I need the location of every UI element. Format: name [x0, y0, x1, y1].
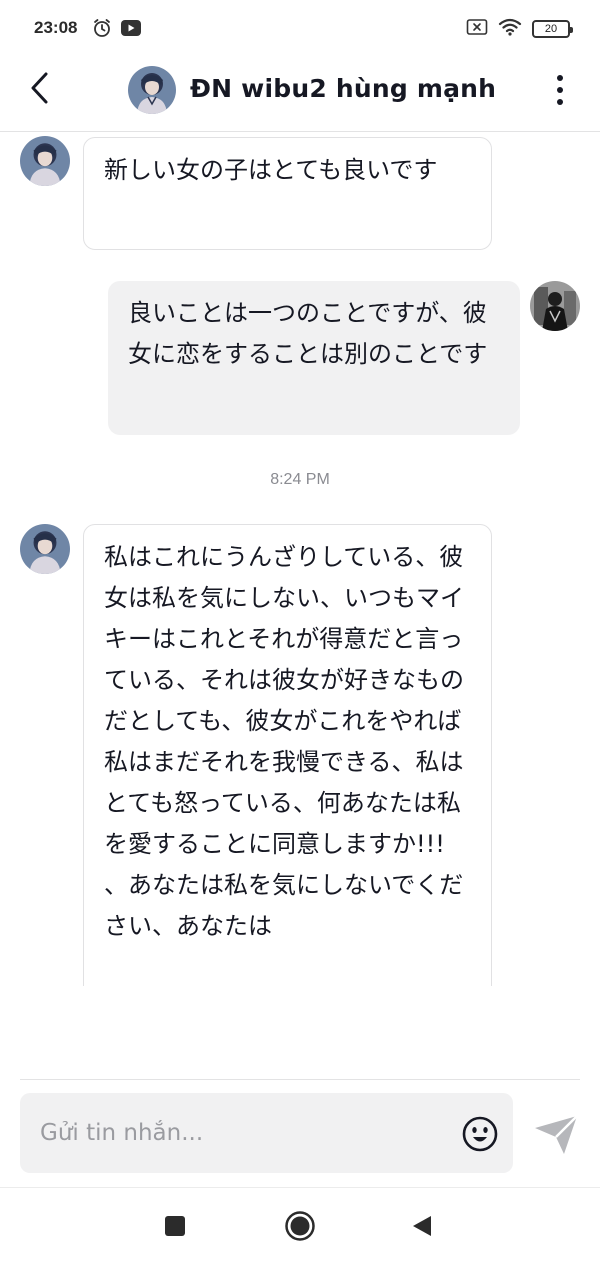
status-icons-left [92, 18, 142, 42]
chat-title: ĐN wibu2 hùng mạnh [190, 74, 497, 103]
more-vertical-icon-dot-3 [557, 99, 563, 105]
message-timestamp: 8:24 PM [270, 471, 330, 488]
back-button[interactable] [20, 70, 60, 110]
sender-avatar[interactable] [20, 524, 70, 574]
status-icons-right: 20 [466, 18, 573, 40]
home-icon [284, 1210, 316, 1246]
message-list[interactable]: 新しい女の子はとても良いです 良いことは一つのことですが、彼女に恋をすることは別… [0, 133, 600, 986]
system-nav-bar [0, 1188, 600, 1267]
send-button[interactable] [532, 1112, 580, 1156]
battery-icon: 20 [532, 20, 573, 38]
home-button[interactable] [280, 1210, 320, 1246]
back-nav-button[interactable] [402, 1210, 442, 1246]
header-avatar[interactable] [128, 66, 176, 114]
composer-divider [20, 1079, 580, 1080]
video-app-icon [120, 18, 142, 42]
my-avatar[interactable] [530, 281, 580, 331]
message-bubble-outgoing[interactable]: 良いことは一つのことですが、彼女に恋をすることは別のことです [108, 281, 520, 435]
sender-avatar[interactable] [20, 136, 70, 186]
chevron-left-icon [28, 71, 52, 109]
message-composer[interactable] [20, 1093, 513, 1173]
alarm-icon [92, 18, 112, 42]
message-input[interactable] [40, 1117, 440, 1149]
status-bar: 23:08 20 [0, 0, 600, 58]
more-vertical-icon-dot-2 [557, 87, 563, 93]
sim-blocked-icon [466, 18, 488, 40]
emoji-button[interactable] [461, 1115, 499, 1153]
recent-apps-button[interactable] [155, 1210, 195, 1246]
send-icon [532, 1115, 580, 1160]
smiley-face-icon [461, 1116, 499, 1157]
recent-apps-icon [164, 1215, 186, 1241]
wifi-icon [498, 18, 522, 40]
chat-header: ĐN wibu2 hùng mạnh [0, 58, 600, 132]
more-options-button[interactable] [550, 70, 570, 110]
message-bubble-incoming[interactable]: 新しい女の子はとても良いです [83, 137, 492, 250]
message-bubble-incoming[interactable]: 私はこれにうんざりしている、彼女は私を気にしない、いつもマイキーはこれとそれが得… [83, 524, 492, 986]
more-vertical-icon-dot-1 [557, 75, 563, 81]
back-triangle-icon [411, 1214, 433, 1242]
status-time: 23:08 [34, 18, 78, 37]
